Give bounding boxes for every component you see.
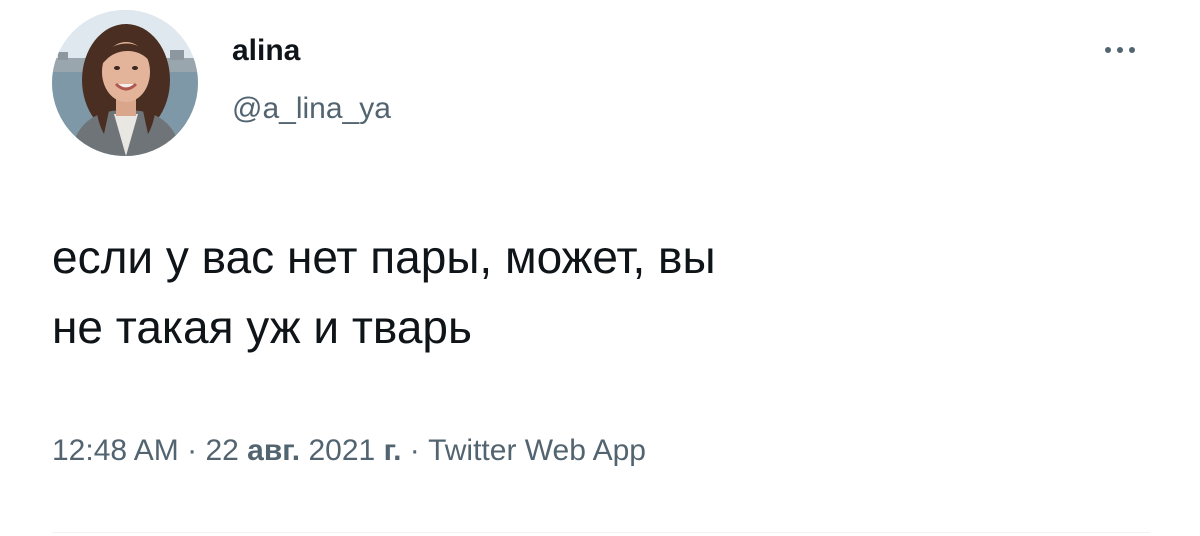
avatar-photo (52, 10, 198, 156)
avatar[interactable] (52, 10, 198, 156)
tweet-date-month: авг. (247, 434, 301, 467)
tweet-text-line: если у вас нет пары, может, вы (52, 231, 716, 283)
author-name[interactable]: alina (232, 34, 300, 68)
tweet-date-year-suffix: г. (383, 434, 402, 467)
tweet-source-link[interactable]: Twitter Web App (428, 434, 646, 467)
tweet-timestamp-link[interactable]: 12:48 AM · 22 авг. 2021 г. (52, 434, 401, 467)
tweet-date-year: 2021 (308, 434, 376, 467)
tweet-text: если у вас нет пары, может, вы не такая … (52, 222, 1162, 362)
tweet-metadata: 12:48 AM · 22 авг. 2021 г. · Twitter Web… (52, 434, 646, 468)
divider (52, 532, 1150, 533)
more-horizontal-icon (1105, 47, 1135, 53)
author-handle[interactable]: @a_lina_ya (232, 92, 391, 126)
tweet-time: 12:48 AM (52, 434, 179, 467)
tweet-date-day: 22 (205, 434, 239, 467)
meta-separator: · (187, 434, 198, 467)
tweet-text-line: не такая уж и тварь (52, 301, 472, 353)
tweet-card: alina @a_lina_ya если у вас нет пары, мо… (0, 0, 1200, 536)
more-options-button[interactable] (1090, 32, 1150, 68)
meta-separator: · (409, 434, 420, 467)
